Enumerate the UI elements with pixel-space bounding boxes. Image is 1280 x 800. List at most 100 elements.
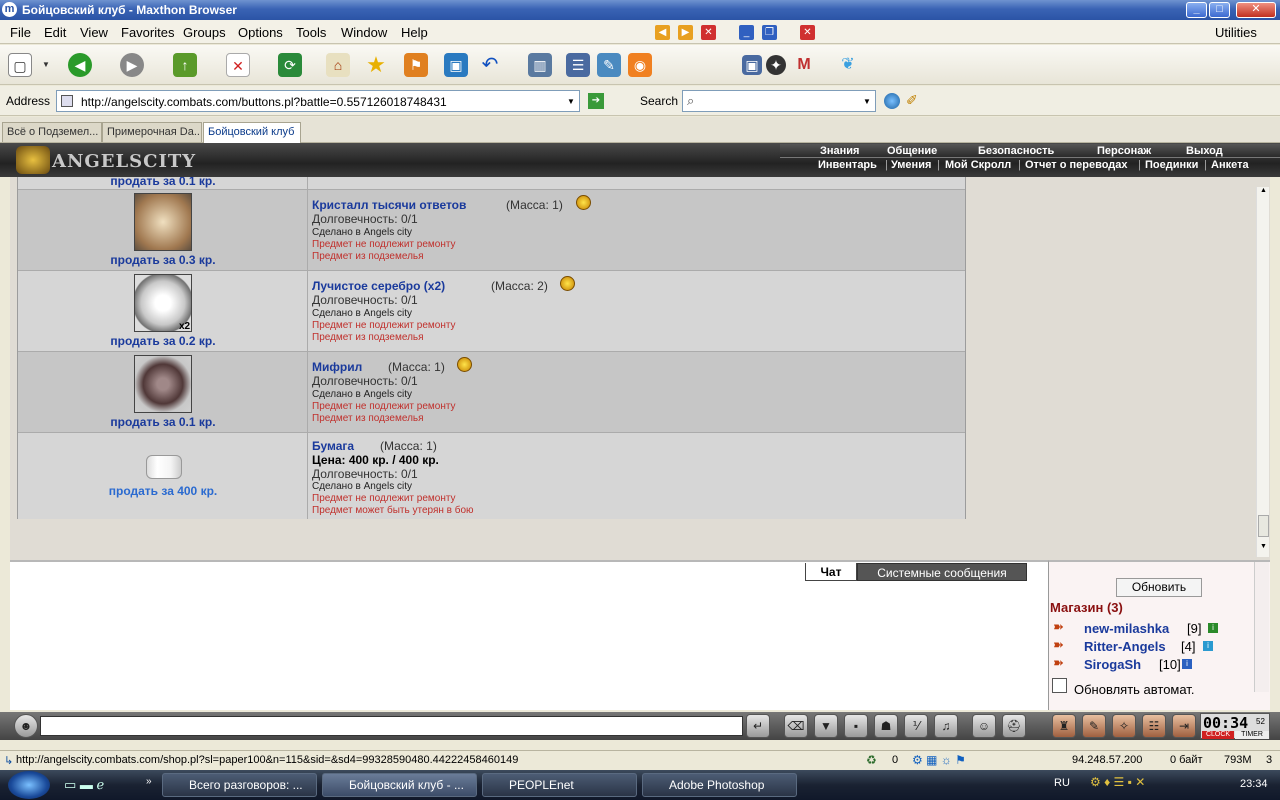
eraser-icon[interactable]: ⌫	[784, 714, 808, 738]
menu-groups[interactable]: Groups	[183, 25, 226, 40]
scroll-thumb[interactable]	[1258, 515, 1269, 537]
info-icon[interactable]: i	[1203, 641, 1213, 651]
go-icon[interactable]: ➔	[588, 93, 604, 109]
group-icon[interactable]: ☷	[1142, 714, 1166, 738]
rss-icon[interactable]: ◉	[628, 53, 652, 77]
sell-link[interactable]: продать за 0.1 кр.	[18, 415, 308, 429]
edit-icon[interactable]: ✎	[597, 53, 621, 77]
back-icon[interactable]: ◀	[68, 53, 92, 77]
tab-chat[interactable]: Чат	[805, 563, 857, 581]
tab-fitting[interactable]: Примерочная Da...	[102, 122, 202, 142]
list-icon[interactable]: ☰	[566, 53, 590, 77]
user-name-link[interactable]: Ritter-Angels	[1084, 639, 1166, 654]
search-dropdown-icon[interactable]: ▼	[863, 97, 871, 106]
home-icon[interactable]: ⌂	[326, 53, 350, 77]
auto-refresh-checkbox[interactable]	[1052, 678, 1067, 693]
forward-icon[interactable]: ▶	[120, 53, 144, 77]
split-icon[interactable]: ⅟	[904, 714, 928, 738]
paper-scroll-icon[interactable]	[146, 455, 182, 479]
item-name-link[interactable]: Кристалл тысячи ответов	[312, 198, 466, 212]
taskbar-item[interactable]: PEOPLEnet	[482, 773, 637, 797]
item-name-link[interactable]: Бумага	[312, 439, 354, 453]
sell-link[interactable]: продать за 0.1 кр.	[18, 177, 308, 188]
taskbar-item[interactable]: Adobe Photoshop	[642, 773, 797, 797]
stop-icon[interactable]: ✕	[226, 53, 250, 77]
speaker-icon[interactable]: ☻	[14, 714, 38, 738]
exit-door-icon[interactable]: ⇥	[1172, 714, 1196, 738]
menu-favorites[interactable]: Favorites	[121, 25, 174, 40]
menu-options[interactable]: Options	[238, 25, 283, 40]
favorites-star-icon[interactable]: ★	[364, 53, 388, 77]
tab-minimize-icon[interactable]: _	[739, 25, 754, 40]
nav-my-scroll[interactable]: Мой Скролл	[945, 159, 1011, 171]
sound-icon[interactable]: ♫	[934, 714, 958, 738]
address-input[interactable]: http://angelscity.combats.com/buttons.pl…	[56, 90, 580, 112]
nav-security[interactable]: Безопасность	[978, 145, 1054, 157]
menu-utilities[interactable]: Utilities	[1215, 25, 1257, 40]
sell-link[interactable]: продать за 400 кр.	[18, 484, 308, 498]
send-icon[interactable]: ↵	[746, 714, 770, 738]
start-button[interactable]	[8, 771, 50, 799]
tab-dungeon[interactable]: Всё о Подземел...	[2, 122, 102, 142]
screenshot-icon[interactable]: ▣	[742, 55, 762, 75]
prev-tab-icon[interactable]: ◀	[655, 25, 670, 40]
globe-icon[interactable]	[884, 93, 900, 109]
maximize-button[interactable]: □	[1209, 2, 1230, 18]
status-icons[interactable]: ⚙ ▦ ☼ ⚑	[912, 753, 966, 767]
address-dropdown-icon[interactable]: ▼	[567, 97, 575, 106]
taskbar-item-active[interactable]: Бойцовский клуб - ...	[322, 773, 477, 797]
tab-system-messages[interactable]: Системные сообщения	[857, 563, 1027, 581]
gmail-icon[interactable]: M	[792, 53, 816, 77]
user-name-link[interactable]: SirogaSh	[1084, 657, 1141, 672]
spell-icon[interactable]: ✧	[1112, 714, 1136, 738]
tab-close-icon[interactable]: ✕	[800, 25, 815, 40]
close-tab-icon[interactable]: ✕	[701, 25, 716, 40]
content-scrollbar[interactable]: ▲ ▼	[1256, 187, 1269, 557]
compass-icon[interactable]: ✦	[766, 55, 786, 75]
smiley-icon[interactable]: ☺	[972, 714, 996, 738]
timer-tab[interactable]: TIMER	[1235, 731, 1269, 739]
nav-knowledge[interactable]: Знания	[820, 145, 859, 157]
undo-icon[interactable]: ↶	[478, 53, 502, 77]
chat-input[interactable]	[40, 716, 743, 736]
nav-exit[interactable]: Выход	[1186, 145, 1223, 157]
menu-window[interactable]: Window	[341, 25, 387, 40]
nav-inventory[interactable]: Инвентарь	[818, 159, 877, 171]
butterfly-icon[interactable]: ❦	[836, 53, 860, 77]
quick-launch-more-icon[interactable]: »	[146, 776, 152, 787]
item-name-link[interactable]: Лучистое серебро (x2)	[312, 279, 445, 293]
private-message-icon[interactable]: ➽	[1053, 655, 1064, 671]
taskbar-item[interactable]: Всего разговоров: ...	[162, 773, 317, 797]
filter-icon[interactable]: ▼	[814, 714, 838, 738]
scroll-icon[interactable]: ✎	[1082, 714, 1106, 738]
close-button[interactable]: ✕	[1236, 2, 1276, 18]
item-name-link[interactable]: Мифрил	[312, 360, 362, 374]
clock-tab[interactable]: CLOCK	[1202, 731, 1234, 739]
highlight-icon[interactable]: ✐	[906, 92, 918, 109]
private-message-icon[interactable]: ➽	[1053, 619, 1064, 635]
new-page-icon[interactable]: ▢	[8, 53, 32, 77]
nav-profile[interactable]: Анкета	[1211, 159, 1249, 171]
scroll-up-icon[interactable]: ▲	[1258, 187, 1269, 199]
sell-link[interactable]: продать за 0.3 кр.	[18, 253, 308, 267]
next-tab-icon[interactable]: ▶	[678, 25, 693, 40]
columns-icon[interactable]: ▥	[528, 53, 552, 77]
nav-transfer-report[interactable]: Отчет о переводах	[1025, 159, 1128, 171]
save-icon[interactable]: ▪	[844, 714, 868, 738]
info-icon[interactable]: i	[1182, 659, 1192, 669]
up-icon[interactable]: ↑	[173, 53, 197, 77]
tab-fight-club[interactable]: Бойцовский клуб	[203, 122, 301, 143]
mithril-item-icon[interactable]	[134, 355, 192, 413]
minimize-button[interactable]: _	[1186, 2, 1207, 18]
helmet-icon[interactable]: ⛑	[1002, 714, 1026, 738]
recycle-icon[interactable]: ♻	[866, 753, 877, 767]
crystal-item-icon[interactable]	[134, 193, 192, 251]
sell-link[interactable]: продать за 0.2 кр.	[18, 334, 308, 348]
refresh-icon[interactable]: ⟳	[278, 53, 302, 77]
tray-icons[interactable]: ⚙ ♦ ☰ ▪ ✕	[1090, 775, 1145, 789]
scroll-down-icon[interactable]: ▼	[1258, 543, 1269, 555]
nav-character[interactable]: Персонаж	[1097, 145, 1151, 157]
users-scrollbar[interactable]	[1254, 562, 1269, 692]
private-message-icon[interactable]: ➽	[1053, 637, 1064, 653]
menu-tools[interactable]: Tools	[296, 25, 326, 40]
